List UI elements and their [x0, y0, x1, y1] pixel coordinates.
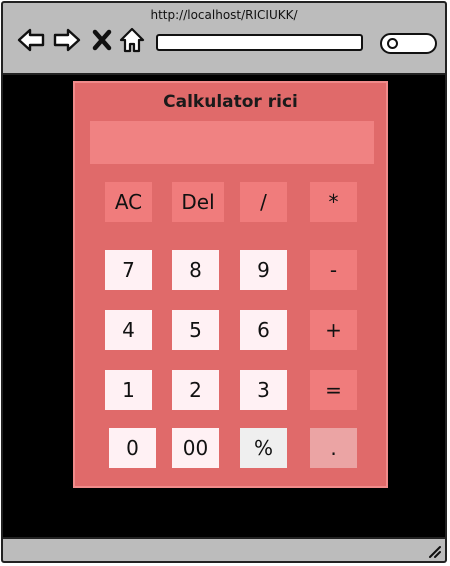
nine-button[interactable]: 9	[240, 250, 287, 290]
six-button[interactable]: 6	[240, 310, 287, 350]
one-button[interactable]: 1	[105, 370, 152, 410]
eight-button[interactable]: 8	[172, 250, 219, 290]
browser-status-bar	[3, 537, 445, 561]
percent-button[interactable]: %	[240, 428, 287, 468]
dot-button[interactable]: .	[310, 428, 357, 468]
minus-button[interactable]: -	[310, 250, 357, 290]
browser-window: http://localhost/RICIUKK/ Calkulator ric…	[1, 1, 447, 563]
arrow-right-icon[interactable]	[53, 27, 81, 53]
ac-button[interactable]: AC	[105, 182, 152, 222]
two-button[interactable]: 2	[172, 370, 219, 410]
five-button[interactable]: 5	[172, 310, 219, 350]
four-button[interactable]: 4	[105, 310, 152, 350]
browser-toolbar: http://localhost/RICIUKK/	[3, 3, 445, 75]
divide-button[interactable]: /	[240, 182, 287, 222]
home-icon[interactable]	[119, 27, 145, 53]
equals-button[interactable]: =	[310, 370, 357, 410]
arrow-left-icon[interactable]	[17, 27, 45, 53]
seven-button[interactable]: 7	[105, 250, 152, 290]
three-button[interactable]: 3	[240, 370, 287, 410]
close-icon[interactable]	[91, 27, 113, 53]
delete-button[interactable]: Del	[172, 182, 224, 222]
plus-button[interactable]: +	[310, 310, 357, 350]
address-bar[interactable]	[156, 34, 363, 51]
calculator-display	[90, 121, 374, 164]
search-icon	[387, 38, 398, 49]
resize-grip-icon[interactable]	[427, 544, 441, 558]
search-input[interactable]	[380, 33, 437, 54]
url-text: http://localhost/RICIUKK/	[150, 8, 298, 22]
multiply-button[interactable]: *	[310, 182, 357, 222]
calculator-panel: Calkulator rici AC Del / * 7 8 9 - 4 5 6…	[73, 81, 388, 488]
zero-button[interactable]: 0	[109, 428, 156, 468]
double-zero-button[interactable]: 00	[172, 428, 219, 468]
calculator-title: Calkulator rici	[163, 92, 298, 112]
